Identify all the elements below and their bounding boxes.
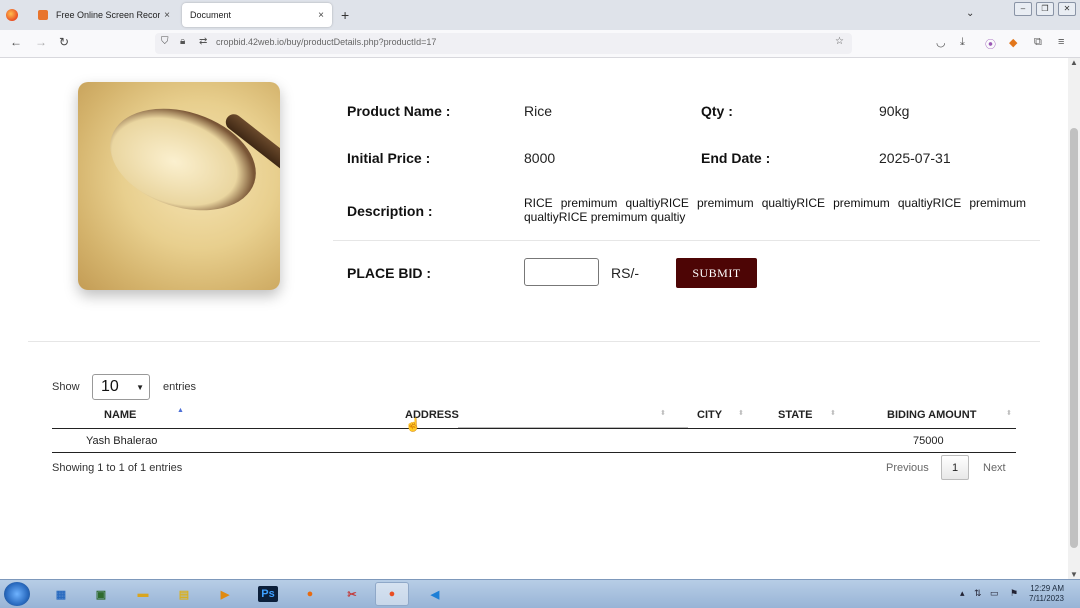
minimize-icon[interactable]: – <box>1014 2 1032 16</box>
column-header-state[interactable]: STATE <box>778 409 812 421</box>
firefox-menu-icon[interactable] <box>6 9 18 21</box>
bookmark-star-icon[interactable]: ☆ <box>835 36 844 47</box>
submit-button[interactable]: SUBMIT <box>676 258 757 288</box>
list-tabs-chevron-icon[interactable]: ⌄ <box>966 8 974 19</box>
tab-label: Document <box>190 10 232 20</box>
divider <box>333 240 1040 241</box>
spoon-graphic <box>96 91 270 228</box>
column-header-name[interactable]: NAME <box>104 409 136 421</box>
photoshop-label: Ps <box>258 586 278 602</box>
network-icon[interactable]: ⇅ <box>974 588 982 599</box>
mouse-cursor-icon: ☝ <box>405 417 422 432</box>
system-clock[interactable]: 12:29 AM 7/11/2023 <box>1024 584 1064 604</box>
page-size-value: 10 <box>101 378 119 395</box>
cell-name: Yash Bhalerao <box>86 435 158 447</box>
page-button-current[interactable]: 1 <box>941 455 969 480</box>
bid-amount-input[interactable] <box>524 258 599 286</box>
flag-icon[interactable]: ⚑ <box>1010 588 1018 599</box>
initial-price-label: Initial Price : <box>347 150 431 166</box>
monitor-icon[interactable]: ▭ <box>990 588 999 599</box>
end-date-label: End Date : <box>701 150 771 166</box>
description-value: RICE premimum qualtiyRICE premimum qualt… <box>524 196 1026 224</box>
product-name-value: Rice <box>524 103 553 119</box>
permissions-icon[interactable]: ⇄ <box>199 36 207 47</box>
recorder-favicon-icon <box>38 10 48 20</box>
menu-icon[interactable]: ≡ <box>1058 36 1064 48</box>
reload-icon[interactable]: ↻ <box>59 35 69 49</box>
tray-expand-icon[interactable]: ▴ <box>960 588 965 599</box>
place-bid-label: PLACE BID : <box>347 265 431 281</box>
photoshop-icon[interactable]: Ps <box>251 582 285 606</box>
cell-amount: 75000 <box>913 435 944 447</box>
qty-value: 90kg <box>879 103 910 119</box>
column-header-city[interactable]: CITY <box>697 409 722 421</box>
tab-close-icon[interactable]: × <box>314 10 328 21</box>
next-button[interactable]: Next <box>983 462 1006 474</box>
new-tab-button[interactable]: + <box>341 7 349 23</box>
previous-button[interactable]: Previous <box>886 462 929 474</box>
download-icon[interactable]: ⤓ <box>960 36 965 49</box>
header-border <box>52 428 1016 429</box>
sort-icon[interactable]: ⬍ <box>830 409 836 417</box>
table-info: Showing 1 to 1 of 1 entries <box>52 462 183 474</box>
sort-asc-icon[interactable]: ▲ <box>177 407 184 414</box>
row-border <box>52 452 1016 453</box>
tab-label: Free Online Screen Recorder & <box>56 10 160 20</box>
windows-taskbar: ▦ ▣ ▬ ▤ ▶ Ps ● ✂ ● ◀ ▴ ⇅ ▭ ⚑ 12:29 AM 7/… <box>0 579 1080 608</box>
sort-icon[interactable]: ⬍ <box>1006 409 1012 417</box>
qty-label: Qty : <box>701 103 733 119</box>
product-image <box>78 82 280 290</box>
page-size-select[interactable]: 10 ▼ <box>92 374 150 400</box>
vscode-icon[interactable]: ◀ <box>418 582 452 606</box>
restore-icon[interactable]: ❐ <box>1036 2 1054 16</box>
product-name-label: Product Name : <box>347 103 451 119</box>
terminal-icon[interactable]: ▣ <box>84 582 118 606</box>
column-header-biding-amount[interactable]: BIDING AMOUNT <box>887 409 976 421</box>
metamask-icon[interactable]: ◆ <box>1009 36 1017 49</box>
end-date-value: 2025-07-31 <box>879 150 951 166</box>
divider <box>28 341 1040 342</box>
desktop-icon[interactable]: ▦ <box>44 582 78 606</box>
close-window-icon[interactable]: ✕ <box>1058 2 1076 16</box>
firefox-icon[interactable]: ● <box>375 582 409 606</box>
scroll-down-icon[interactable]: ▼ <box>1070 570 1078 579</box>
scroll-up-icon[interactable]: ▲ <box>1070 58 1078 67</box>
back-arrow-icon[interactable]: ← <box>10 35 22 49</box>
initial-price-value: 8000 <box>524 150 556 166</box>
extensions-puzzle-icon[interactable]: ⧉ <box>1034 36 1042 49</box>
browser-nav-bar: ← → ↻ ⛉ 🔒︎ ⇄ cropbid.42web.io/buy/produc… <box>0 30 1080 58</box>
clock-time: 12:29 AM <box>1030 584 1064 593</box>
shield-icon[interactable]: ⛉ <box>161 36 169 47</box>
lock-icon[interactable]: 🔒︎ <box>180 36 185 47</box>
tab-close-icon[interactable]: × <box>160 10 174 21</box>
folder-icon[interactable]: ▬ <box>126 582 160 606</box>
tab-document[interactable]: Document × <box>182 3 332 27</box>
currency-label: RS/- <box>611 265 639 281</box>
fl-studio-icon[interactable]: ● <box>293 582 327 606</box>
clock-date: 7/11/2023 <box>1029 594 1064 603</box>
chevron-down-icon: ▼ <box>136 383 144 392</box>
extension-icon[interactable]: ⦿ <box>985 36 996 52</box>
media-icon[interactable]: ▶ <box>208 582 242 606</box>
forward-arrow-icon[interactable]: → <box>35 35 47 49</box>
files-icon[interactable]: ▤ <box>167 582 201 606</box>
address-bar[interactable]: ⛉ 🔒︎ ⇄ cropbid.42web.io/buy/productDetai… <box>155 33 852 54</box>
pocket-icon[interactable]: ◡ <box>936 36 946 49</box>
tab-screen-recorder[interactable]: Free Online Screen Recorder & × <box>30 3 178 27</box>
sort-icon[interactable]: ⬍ <box>660 409 666 417</box>
browser-tab-bar: Free Online Screen Recorder & × Document… <box>0 0 1080 30</box>
scrollbar-thumb[interactable] <box>1070 128 1078 548</box>
description-label: Description : <box>347 203 433 219</box>
entries-label: entries <box>163 381 197 393</box>
url-text[interactable]: cropbid.42web.io/buy/productDetails.php?… <box>216 37 436 47</box>
sort-icon[interactable]: ⬍ <box>738 409 744 417</box>
snipping-icon[interactable]: ✂ <box>335 582 369 606</box>
show-label: Show <box>52 381 80 393</box>
start-button-icon[interactable] <box>4 582 30 606</box>
vertical-scrollbar[interactable]: ▲ ▼ <box>1068 58 1080 579</box>
